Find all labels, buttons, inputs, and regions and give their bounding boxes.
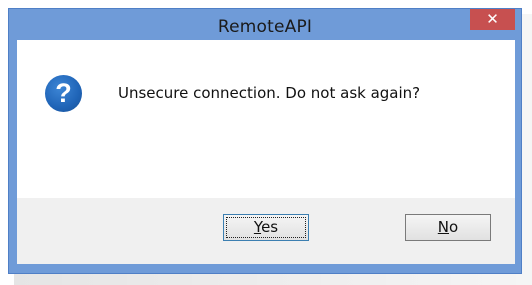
question-icon: ?	[45, 75, 82, 112]
focus-rectangle	[226, 217, 306, 238]
close-icon: ✕	[486, 10, 499, 28]
title-bar[interactable]: RemoteAPI ✕	[9, 9, 521, 39]
no-label-rest: o	[449, 218, 459, 236]
yes-button[interactable]: Yes	[223, 214, 309, 241]
dialog-content	[17, 40, 515, 198]
no-button[interactable]: No	[405, 214, 491, 241]
dialog-message: Unsecure connection. Do not ask again?	[118, 84, 421, 102]
no-mnemonic: N	[437, 218, 450, 236]
window-title: RemoteAPI	[217, 17, 313, 37]
close-button[interactable]: ✕	[470, 9, 515, 30]
